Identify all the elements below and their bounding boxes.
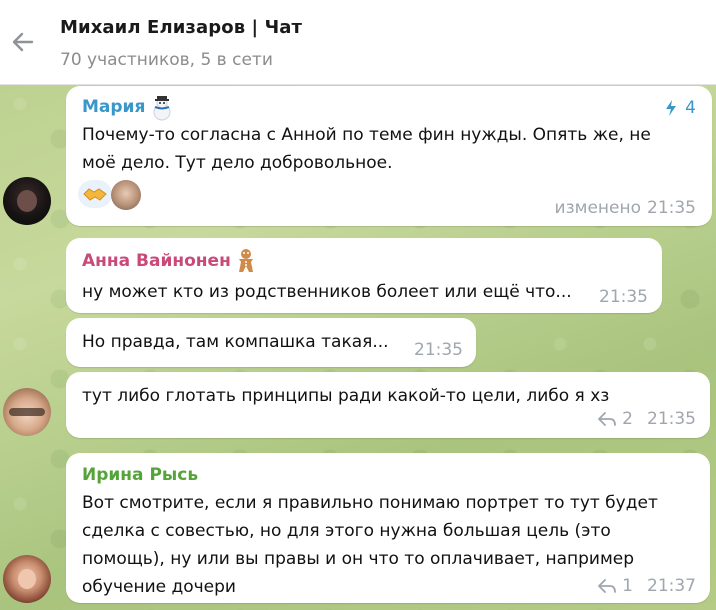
reply-icon (598, 412, 617, 426)
message-meta: изменено 21:35 (555, 198, 696, 218)
message-line: Вот смотрите, если я правильно понимаю п… (82, 493, 658, 513)
edited-label: изменено (554, 198, 641, 218)
reaction-handshake[interactable] (78, 180, 112, 208)
message-meta: 2 21:35 (598, 409, 696, 429)
lightning-icon (666, 100, 677, 116)
back-button[interactable] (8, 27, 38, 57)
message-text: Но правда, там компашка такая... (82, 332, 389, 352)
reply-count[interactable]: 1 (622, 576, 633, 596)
message-bubble-anna-2[interactable]: Но правда, там компашка такая... 21:35 (66, 318, 476, 367)
reply-count[interactable]: 2 (622, 409, 633, 429)
handshake-icon (83, 188, 107, 201)
avatar-anna[interactable] (3, 388, 51, 436)
gingerbread-icon (234, 248, 258, 278)
chat-title[interactable]: Михаил Елизаров | Чат (60, 17, 302, 38)
message-line: сделка с совестью, но для этого нужна бо… (82, 521, 611, 541)
message-time: 21:35 (414, 340, 463, 360)
message-bubble-anna[interactable]: Анна Вайнонен ну может кто из родственни… (66, 238, 662, 313)
chat-header: Михаил Елизаров | Чат 70 участников, 5 в… (0, 0, 716, 85)
message-text: Почему-то согласна с Анной по теме фин н… (82, 125, 651, 173)
message-bubble-irina[interactable]: Ирина Рысь Вот смотрите, если я правильн… (66, 453, 710, 603)
message-meta: 1 21:37 (598, 576, 696, 596)
avatar-maria[interactable] (3, 177, 51, 225)
message-author[interactable]: Анна Вайнонен (82, 251, 231, 271)
back-arrow-icon (12, 32, 34, 52)
message-text: тут либо глотать принципы ради какой-то … (82, 386, 610, 406)
avatar-irina[interactable] (3, 555, 51, 603)
message-text: ну может кто из родственников болеет или… (82, 282, 572, 302)
boost-count: 4 (685, 98, 696, 118)
message-author[interactable]: Ирина Рысь (82, 465, 198, 485)
message-line: помощь), ну или вы правы и он что то опл… (82, 549, 635, 569)
reaction-avatar[interactable] (111, 180, 141, 210)
message-author[interactable]: Мария (82, 97, 145, 117)
reply-icon (598, 579, 617, 593)
message-time: 21:35 (647, 198, 696, 218)
chat-subtitle[interactable]: 70 участников, 5 в сети (60, 50, 273, 70)
message-time: 21:37 (647, 576, 696, 596)
message-time: 21:35 (647, 409, 696, 429)
message-time: 21:35 (599, 287, 648, 307)
message-bubble-maria[interactable]: Мария 4 Почему-то согласна с Анной по те… (66, 86, 712, 226)
message-bubble-anna-3[interactable]: тут либо глотать принципы ради какой-то … (66, 372, 710, 438)
boost-badge[interactable]: 4 (663, 98, 696, 118)
